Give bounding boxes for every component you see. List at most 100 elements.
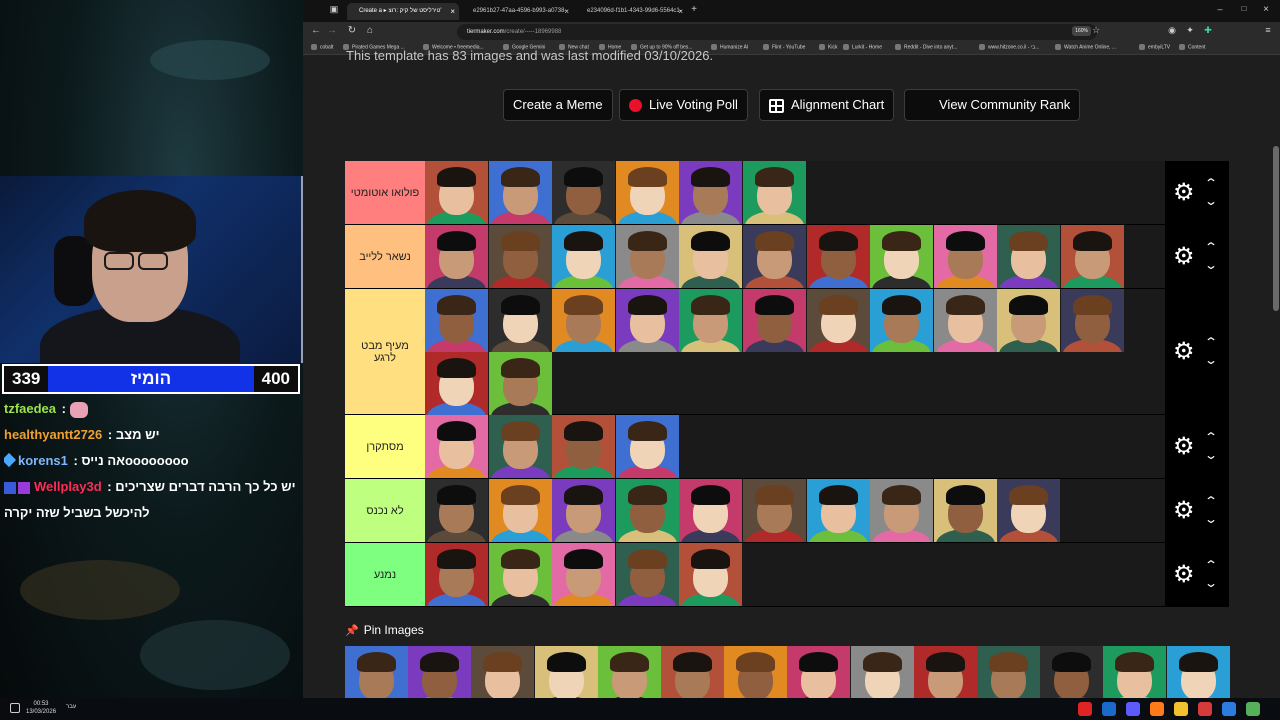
- back-arrow-icon[interactable]: ←: [309, 25, 323, 36]
- tier-image[interactable]: [679, 161, 743, 224]
- tier-image[interactable]: [488, 161, 552, 224]
- tier-image[interactable]: [787, 646, 851, 698]
- tier-image[interactable]: [534, 646, 598, 698]
- tier-image[interactable]: [806, 225, 870, 288]
- move-up-chevron-icon[interactable]: ⌃: [1200, 431, 1222, 443]
- move-down-chevron-icon[interactable]: ⌄: [1200, 354, 1222, 366]
- tier-image[interactable]: [870, 479, 934, 542]
- reload-icon[interactable]: ↻: [345, 25, 359, 36]
- close-tab-icon[interactable]: ×: [450, 3, 455, 20]
- tier-image[interactable]: [743, 161, 806, 224]
- tier-settings-gear-icon[interactable]: ⚙: [1173, 245, 1195, 269]
- close-tab-icon[interactable]: ×: [678, 3, 683, 20]
- new-tab-button[interactable]: +: [687, 4, 701, 15]
- move-down-chevron-icon[interactable]: ⌄: [1200, 259, 1222, 271]
- tier-image[interactable]: [1103, 646, 1167, 698]
- live-voting-poll-button[interactable]: Live Voting Poll: [619, 89, 748, 121]
- tier-image[interactable]: [488, 225, 552, 288]
- tier-image[interactable]: [933, 479, 997, 542]
- obs-icon[interactable]: [1198, 702, 1212, 716]
- steam-icon[interactable]: [1102, 702, 1116, 716]
- tier-image[interactable]: [1040, 646, 1104, 698]
- bookmark-item[interactable]: Flint - YouTube: [763, 44, 805, 50]
- tier-image[interactable]: [870, 289, 934, 352]
- move-up-chevron-icon[interactable]: ⌃: [1200, 177, 1222, 189]
- create-meme-button[interactable]: Create a Meme: [503, 89, 613, 121]
- tier-image[interactable]: [552, 225, 616, 288]
- tier-image[interactable]: [1061, 225, 1124, 288]
- tier-settings-gear-icon[interactable]: ⚙: [1173, 340, 1195, 364]
- tab-actions-icon[interactable]: ▣: [327, 4, 341, 15]
- close-window-icon[interactable]: ×: [1259, 4, 1273, 15]
- move-down-chevron-icon[interactable]: ⌄: [1200, 449, 1222, 461]
- tier-image[interactable]: [850, 646, 914, 698]
- youtube-icon[interactable]: [1078, 702, 1092, 716]
- move-down-chevron-icon[interactable]: ⌄: [1200, 513, 1222, 525]
- move-up-chevron-icon[interactable]: ⌃: [1200, 559, 1222, 571]
- tier-label[interactable]: מסתקרן: [345, 415, 425, 478]
- tier-image[interactable]: [552, 161, 616, 224]
- tier-image[interactable]: [1166, 646, 1230, 698]
- tier-image[interactable]: [743, 479, 806, 542]
- tier-image[interactable]: [345, 646, 408, 698]
- tier-image[interactable]: [615, 415, 679, 478]
- tier-image[interactable]: [488, 289, 552, 352]
- move-up-chevron-icon[interactable]: ⌃: [1200, 495, 1222, 507]
- page-scrollbar[interactable]: [1272, 56, 1280, 698]
- tier-image[interactable]: [552, 415, 616, 478]
- tier-image[interactable]: [615, 225, 679, 288]
- bookmark-item[interactable]: Lurkit - Home: [843, 44, 882, 50]
- tier-image[interactable]: [743, 225, 806, 288]
- tier-settings-gear-icon[interactable]: ⚙: [1173, 499, 1195, 523]
- tier-label[interactable]: מעיף מבט לרגע: [345, 289, 425, 414]
- address-bar[interactable]: tiermaker.com/create/-----18969988 160%: [457, 24, 1097, 40]
- menu-icon[interactable]: ≡: [1261, 25, 1275, 35]
- move-down-chevron-icon[interactable]: ⌄: [1200, 195, 1222, 207]
- tier-image[interactable]: [488, 543, 552, 606]
- bookmark-item[interactable]: Humanize AI: [711, 44, 748, 50]
- tier-image[interactable]: [870, 225, 934, 288]
- tier-image[interactable]: [806, 289, 870, 352]
- tier-image[interactable]: [679, 543, 743, 606]
- bookmark-item[interactable]: embyiLTV: [1139, 44, 1170, 50]
- tier-image[interactable]: [615, 543, 679, 606]
- bookmark-item[interactable]: Reddit - Dive into anyt...: [895, 44, 957, 50]
- tier-image[interactable]: [552, 543, 616, 606]
- tier-image[interactable]: [724, 646, 788, 698]
- folder-icon[interactable]: [1174, 702, 1188, 716]
- tier-image[interactable]: [425, 479, 488, 542]
- tier-image[interactable]: [408, 646, 472, 698]
- tier-image[interactable]: [1061, 289, 1124, 352]
- tab-second[interactable]: e2961b27-47aa-4596-b993-a0738- ×: [461, 3, 573, 20]
- tier-image[interactable]: [552, 479, 616, 542]
- tier-image[interactable]: [425, 352, 488, 415]
- tier-image[interactable]: [615, 289, 679, 352]
- bookmark-item[interactable]: Watch Anime Online, ...: [1055, 44, 1116, 50]
- tier-settings-gear-icon[interactable]: ⚙: [1173, 435, 1195, 459]
- edge-icon[interactable]: [1222, 702, 1236, 716]
- account-icon[interactable]: ◉: [1165, 25, 1179, 36]
- tier-image[interactable]: [997, 289, 1061, 352]
- firefox-icon[interactable]: [1150, 702, 1164, 716]
- tier-image[interactable]: [679, 225, 743, 288]
- tier-image[interactable]: [488, 415, 552, 478]
- extension-icon[interactable]: ✚: [1201, 25, 1215, 36]
- tier-label[interactable]: נמנע: [345, 543, 425, 606]
- tier-image[interactable]: [488, 479, 552, 542]
- app-icon[interactable]: [1246, 702, 1260, 716]
- bookmark-star-icon[interactable]: ☆: [1089, 25, 1103, 36]
- move-up-chevron-icon[interactable]: ⌃: [1200, 336, 1222, 348]
- bookmark-item[interactable]: Kick: [819, 44, 837, 50]
- tier-image[interactable]: [615, 161, 679, 224]
- input-language[interactable]: עבר: [66, 704, 76, 710]
- forward-arrow-icon[interactable]: →: [325, 25, 339, 36]
- extensions-icon[interactable]: ✦: [1183, 25, 1197, 36]
- tier-settings-gear-icon[interactable]: ⚙: [1173, 563, 1195, 587]
- bookmark-item[interactable]: cobalt: [311, 44, 333, 50]
- tier-image[interactable]: [425, 543, 488, 606]
- tier-image[interactable]: [661, 646, 724, 698]
- notification-icon[interactable]: [10, 703, 20, 713]
- tier-label[interactable]: לא נכנס: [345, 479, 425, 542]
- tier-image[interactable]: [425, 289, 488, 352]
- scrollbar-thumb[interactable]: [1273, 146, 1279, 311]
